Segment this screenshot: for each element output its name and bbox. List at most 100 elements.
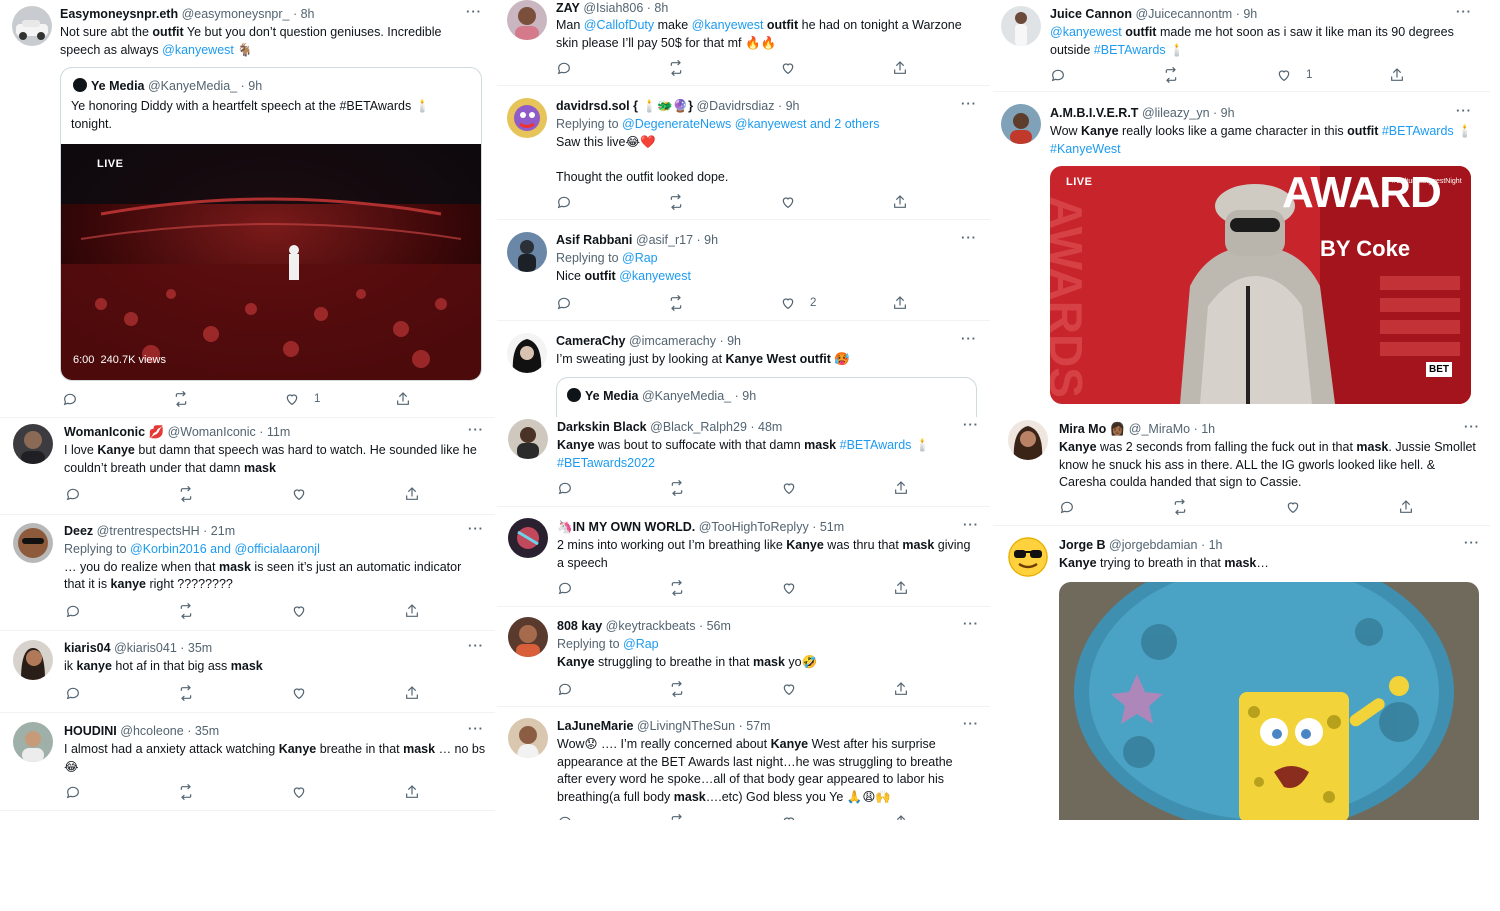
more-options-icon[interactable]: ···: [466, 4, 482, 19]
reply-target-link[interactable]: @DegenerateNews @kanyewest and 2 others: [622, 117, 879, 131]
retweet-button[interactable]: [178, 486, 194, 502]
tweet-time[interactable]: · 9h: [1236, 7, 1258, 21]
author-handle[interactable]: @easymoneysnpr_: [182, 7, 290, 21]
author-name[interactable]: A.M.B.I.V.E.R.T: [1050, 106, 1138, 120]
tweet-time[interactable]: · 8h: [647, 1, 669, 15]
reply-button[interactable]: [62, 391, 78, 407]
more-options-icon[interactable]: ···: [963, 616, 979, 631]
tweet[interactable]: ZAY @Isiah806 · 8h Man @CallofDuty make …: [497, 0, 990, 86]
author-name[interactable]: CameraChy: [556, 334, 625, 348]
avatar[interactable]: [507, 333, 547, 373]
tweet-time[interactable]: · 9h: [719, 334, 741, 348]
tweet-time[interactable]: · 11m: [259, 425, 290, 439]
author-handle[interactable]: @Isiah806: [583, 1, 643, 15]
avatar[interactable]: [508, 419, 548, 459]
reply-button[interactable]: [556, 295, 572, 311]
avatar[interactable]: [13, 640, 53, 680]
more-options-icon[interactable]: ···: [1456, 103, 1472, 118]
author-name[interactable]: Mira Mo: [1059, 422, 1106, 436]
more-options-icon[interactable]: ···: [961, 230, 977, 245]
reply-button[interactable]: [65, 685, 81, 701]
avatar[interactable]: [1008, 537, 1048, 577]
author-name[interactable]: Darkskin Black: [557, 420, 647, 434]
author-name[interactable]: Deez: [64, 524, 93, 538]
tweet-time[interactable]: · 21m: [203, 524, 235, 538]
tweet[interactable]: A.M.B.I.V.E.R.T @lileazy_yn · 9h ··· Wow…: [993, 92, 1490, 413]
retweet-button[interactable]: [669, 580, 685, 596]
reply-button[interactable]: [1059, 499, 1075, 515]
like-button[interactable]: 1: [284, 391, 320, 407]
share-button[interactable]: [1389, 67, 1405, 83]
tweet[interactable]: Deez @trentrespectsHH · 21m ··· Replying…: [0, 515, 495, 631]
author-handle[interactable]: @Davidrsdiaz: [696, 99, 774, 113]
author-handle[interactable]: @kiaris041: [114, 641, 177, 655]
inline-link[interactable]: #BETAwards: [840, 438, 912, 452]
share-button[interactable]: [893, 681, 909, 697]
more-options-icon[interactable]: ···: [1456, 4, 1472, 19]
reply-target-link[interactable]: @Rap: [623, 637, 659, 651]
like-button[interactable]: [781, 580, 797, 596]
tweet[interactable]: 🦄IN MY OWN WORLD. @TooHighToReplyy · 51m…: [497, 507, 990, 607]
share-button[interactable]: [892, 60, 908, 76]
more-options-icon[interactable]: ···: [963, 417, 979, 432]
tweet[interactable]: Asif Rabbani @asif_r17 · 9h ··· Replying…: [497, 220, 990, 321]
like-button[interactable]: [291, 784, 307, 800]
inline-link[interactable]: #BETAwards: [1094, 43, 1166, 57]
reply-button[interactable]: [65, 603, 81, 619]
author-handle[interactable]: @_MiraMo: [1129, 422, 1190, 436]
author-handle[interactable]: @imcamerachy: [629, 334, 716, 348]
avatar[interactable]: [507, 0, 547, 40]
author-handle[interactable]: @keytrackbeats: [606, 619, 696, 633]
tweet[interactable]: Mira Mo 👩🏾 @_MiraMo · 1h ··· Kanye was 2…: [993, 413, 1490, 526]
tweet[interactable]: Jorge B @jorgebdamian · 1h ··· Kanye try…: [993, 526, 1490, 820]
reply-button[interactable]: [65, 784, 81, 800]
share-button[interactable]: [404, 685, 420, 701]
inline-link[interactable]: @kanyewest: [619, 269, 691, 283]
tweet-time[interactable]: · 9h: [778, 99, 800, 113]
tweet-time[interactable]: · 35m: [187, 724, 219, 738]
like-button[interactable]: [780, 60, 796, 76]
more-options-icon[interactable]: ···: [1464, 419, 1480, 434]
tweet-time[interactable]: · 1h: [1201, 538, 1223, 552]
like-button[interactable]: 1: [1276, 67, 1312, 83]
tweet-time[interactable]: · 35m: [180, 641, 212, 655]
tweet-time[interactable]: · 48m: [750, 420, 782, 434]
author-handle[interactable]: @trentrespectsHH: [97, 524, 200, 538]
tweet[interactable]: Juice Cannon @Juicecannontm · 9h ··· @ka…: [993, 0, 1490, 92]
author-handle[interactable]: @hcoleone: [120, 724, 183, 738]
inline-link[interactable]: @kanyewest: [1050, 25, 1122, 39]
author-handle[interactable]: @asif_r17: [636, 233, 693, 247]
retweet-button[interactable]: [178, 784, 194, 800]
author-handle[interactable]: @Juicecannontm: [1135, 7, 1232, 21]
tweet-image[interactable]: AWARDS LIVE AWARD BY Coke #CulturesBigge…: [1050, 166, 1471, 404]
more-options-icon[interactable]: ···: [961, 96, 977, 111]
avatar[interactable]: [1008, 420, 1048, 460]
avatar[interactable]: [1001, 6, 1041, 46]
author-handle[interactable]: @jorgebdamian: [1109, 538, 1197, 552]
avatar[interactable]: [508, 718, 548, 758]
author-name[interactable]: 🦄IN MY OWN WORLD.: [557, 520, 695, 534]
reply-button[interactable]: [1050, 67, 1066, 83]
share-button[interactable]: [395, 391, 411, 407]
tweet[interactable]: HOUDINI @hcoleone · 35m ··· I almost had…: [0, 713, 495, 811]
like-button[interactable]: [781, 814, 797, 820]
reply-button[interactable]: [557, 814, 573, 820]
inline-link[interactable]: #BETAwards: [1382, 124, 1454, 138]
tweet-time[interactable]: · 9h: [697, 233, 719, 247]
author-name[interactable]: 808 kay: [557, 619, 602, 633]
author-name[interactable]: Asif Rabbani: [556, 233, 632, 247]
like-button[interactable]: [291, 685, 307, 701]
reply-button[interactable]: [557, 681, 573, 697]
tweet[interactable]: Darkskin Black @Black_Ralph29 · 48m ··· …: [497, 409, 990, 507]
retweet-button[interactable]: [669, 681, 685, 697]
tweet[interactable]: 808 kay @keytrackbeats · 56m ··· Replyin…: [497, 607, 990, 707]
avatar[interactable]: [1001, 104, 1041, 144]
tweet[interactable]: LaJuneMarie @LivingNTheSun · 57m ··· Wow…: [497, 707, 990, 820]
author-name[interactable]: LaJuneMarie: [557, 719, 633, 733]
video-player[interactable]: LIVE 6:00 240.7K views: [61, 144, 481, 380]
avatar[interactable]: [508, 518, 548, 558]
reply-button[interactable]: [557, 580, 573, 596]
inline-link[interactable]: @kanyewest: [162, 43, 234, 57]
retweet-button[interactable]: [668, 60, 684, 76]
avatar[interactable]: [12, 6, 52, 46]
